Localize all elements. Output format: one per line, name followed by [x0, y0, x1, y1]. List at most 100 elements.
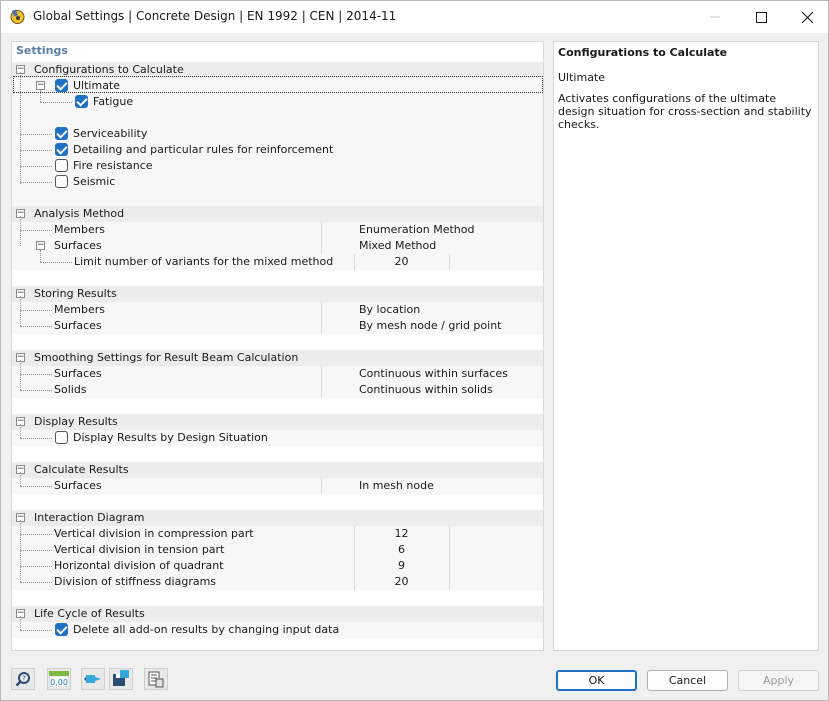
display-by-situation-checkbox[interactable] — [55, 431, 68, 444]
help-button[interactable]: ? — [11, 668, 35, 690]
tree-line — [20, 296, 21, 326]
tree-line — [40, 90, 41, 102]
maximize-icon — [755, 11, 767, 23]
property-label: Surfaces — [54, 367, 102, 380]
smoothing-surfaces-row[interactable]: Surfaces Continuous within surfaces — [12, 366, 543, 382]
svg-text:0,00: 0,00 — [50, 678, 68, 687]
tree-line — [20, 438, 52, 439]
vtens-input[interactable]: 6 — [354, 543, 449, 556]
tree-item-serviceability[interactable]: Serviceability — [12, 126, 543, 142]
document-list-icon — [148, 671, 164, 688]
lifecycle-delete-row[interactable]: Delete all add-on results by changing in… — [12, 622, 543, 638]
analysis-members-row[interactable]: Members Enumeration Method — [12, 222, 543, 238]
collapse-icon[interactable]: − — [36, 241, 45, 250]
group-interaction[interactable]: − Interaction Diagram — [12, 510, 543, 526]
analysis-members-value[interactable]: Enumeration Method — [359, 223, 474, 236]
group-label: Interaction Diagram — [34, 511, 145, 524]
cancel-button[interactable]: Cancel — [647, 670, 728, 691]
close-button[interactable] — [784, 1, 829, 33]
interaction-stiff-row[interactable]: Division of stiffness diagrams 20 — [12, 574, 543, 590]
limit-variants-input[interactable]: 20 — [354, 255, 449, 268]
analysis-surfaces-value[interactable]: Mixed Method — [359, 239, 436, 252]
tree-line — [20, 166, 52, 167]
model-view-button[interactable] — [81, 668, 105, 690]
group-calculate[interactable]: − Calculate Results — [12, 462, 543, 478]
column-divider — [449, 558, 450, 574]
serviceability-checkbox[interactable] — [55, 127, 68, 140]
vcomp-input[interactable]: 12 — [354, 527, 449, 540]
storing-members-value[interactable]: By location — [359, 303, 420, 316]
tree-line — [20, 310, 52, 311]
group-storing[interactable]: − Storing Results — [12, 286, 543, 302]
group-lifecycle[interactable]: − Life Cycle of Results — [12, 606, 543, 622]
export-button[interactable] — [144, 668, 168, 690]
stiff-input[interactable]: 20 — [354, 575, 449, 588]
tree-line — [20, 326, 52, 327]
svg-text:?: ? — [22, 675, 26, 683]
tree-line — [20, 534, 52, 535]
group-label: Configurations to Calculate — [34, 63, 184, 76]
title-bar: Global Settings | Concrete Design | EN 1… — [1, 1, 828, 33]
analysis-limit-row[interactable]: Limit number of variants for the mixed m… — [12, 254, 543, 270]
group-label: Calculate Results — [34, 463, 129, 476]
seismic-checkbox[interactable] — [55, 175, 68, 188]
storing-surfaces-value[interactable]: By mesh node / grid point — [359, 319, 501, 332]
group-analysis[interactable]: − Analysis Method — [12, 206, 543, 222]
ultimate-checkbox[interactable] — [55, 79, 68, 92]
group-display[interactable]: − Display Results — [12, 414, 543, 430]
description-title: Configurations to Calculate — [558, 46, 728, 59]
display-by-situation-row[interactable]: Display Results by Design Situation — [12, 430, 543, 446]
tree-item-ultimate[interactable]: − Ultimate — [12, 78, 543, 94]
property-label: Limit number of variants for the mixed m… — [74, 255, 334, 268]
detailing-label: Detailing and particular rules for reinf… — [73, 143, 334, 156]
group-smoothing[interactable]: − Smoothing Settings for Result Beam Cal… — [12, 350, 543, 366]
tree-item-detailing[interactable]: Detailing and particular rules for reinf… — [12, 142, 543, 158]
tree-item-fire[interactable]: Fire resistance — [12, 158, 543, 174]
calculate-surfaces-row[interactable]: Surfaces In mesh node — [12, 478, 543, 494]
column-divider — [321, 302, 322, 318]
search-help-icon: ? — [15, 672, 30, 687]
hquad-input[interactable]: 9 — [354, 559, 449, 572]
tree-line — [20, 520, 21, 582]
smoothing-surfaces-value[interactable]: Continuous within surfaces — [359, 367, 508, 380]
tree-line — [40, 102, 72, 103]
minimize-button[interactable] — [692, 1, 738, 33]
interaction-vcomp-row[interactable]: Vertical division in compression part 12 — [12, 526, 543, 542]
fatigue-checkbox[interactable] — [75, 95, 88, 108]
property-label: Vertical division in compression part — [54, 527, 254, 540]
tree-line — [20, 566, 52, 567]
ultimate-label: Ultimate — [73, 79, 121, 92]
smoothing-solids-value[interactable]: Continuous within solids — [359, 383, 493, 396]
storing-members-row[interactable]: Members By location — [12, 302, 543, 318]
group-label: Analysis Method — [34, 207, 125, 220]
interaction-vtens-row[interactable]: Vertical division in tension part 6 — [12, 542, 543, 558]
analysis-surfaces-row[interactable]: − Surfaces Mixed Method — [12, 238, 543, 254]
storing-surfaces-row[interactable]: Surfaces By mesh node / grid point — [12, 318, 543, 334]
maximize-button[interactable] — [738, 1, 784, 33]
property-label: Members — [54, 223, 105, 236]
ok-button[interactable]: OK — [556, 670, 637, 691]
smoothing-solids-row[interactable]: Solids Continuous within solids — [12, 382, 543, 398]
tree-item-fatigue[interactable]: Fatigue — [12, 94, 543, 110]
calculate-surfaces-value[interactable]: In mesh node — [359, 479, 434, 492]
property-label: Horizontal division of quadrant — [54, 559, 224, 572]
tree-item-seismic[interactable]: Seismic — [12, 174, 543, 190]
save-settings-button[interactable] — [109, 668, 133, 690]
description-body: Activates configurations of the ultimate… — [558, 92, 812, 131]
tree-line — [40, 250, 41, 262]
units-button[interactable]: 0,00 — [47, 668, 71, 690]
interaction-hquad-row[interactable]: Horizontal division of quadrant 9 — [12, 558, 543, 574]
detailing-checkbox[interactable] — [55, 143, 68, 156]
tree-line — [20, 630, 52, 631]
collapse-icon[interactable]: − — [36, 81, 45, 90]
delete-results-checkbox[interactable] — [55, 623, 68, 636]
group-label: Display Results — [34, 415, 118, 428]
tree-line — [20, 216, 21, 246]
fire-checkbox[interactable] — [55, 159, 68, 172]
apply-button[interactable]: Apply — [738, 670, 819, 691]
column-divider — [449, 526, 450, 542]
column-divider — [449, 542, 450, 558]
tree-line — [20, 230, 52, 231]
close-icon — [801, 11, 813, 23]
tree-line — [20, 72, 21, 184]
